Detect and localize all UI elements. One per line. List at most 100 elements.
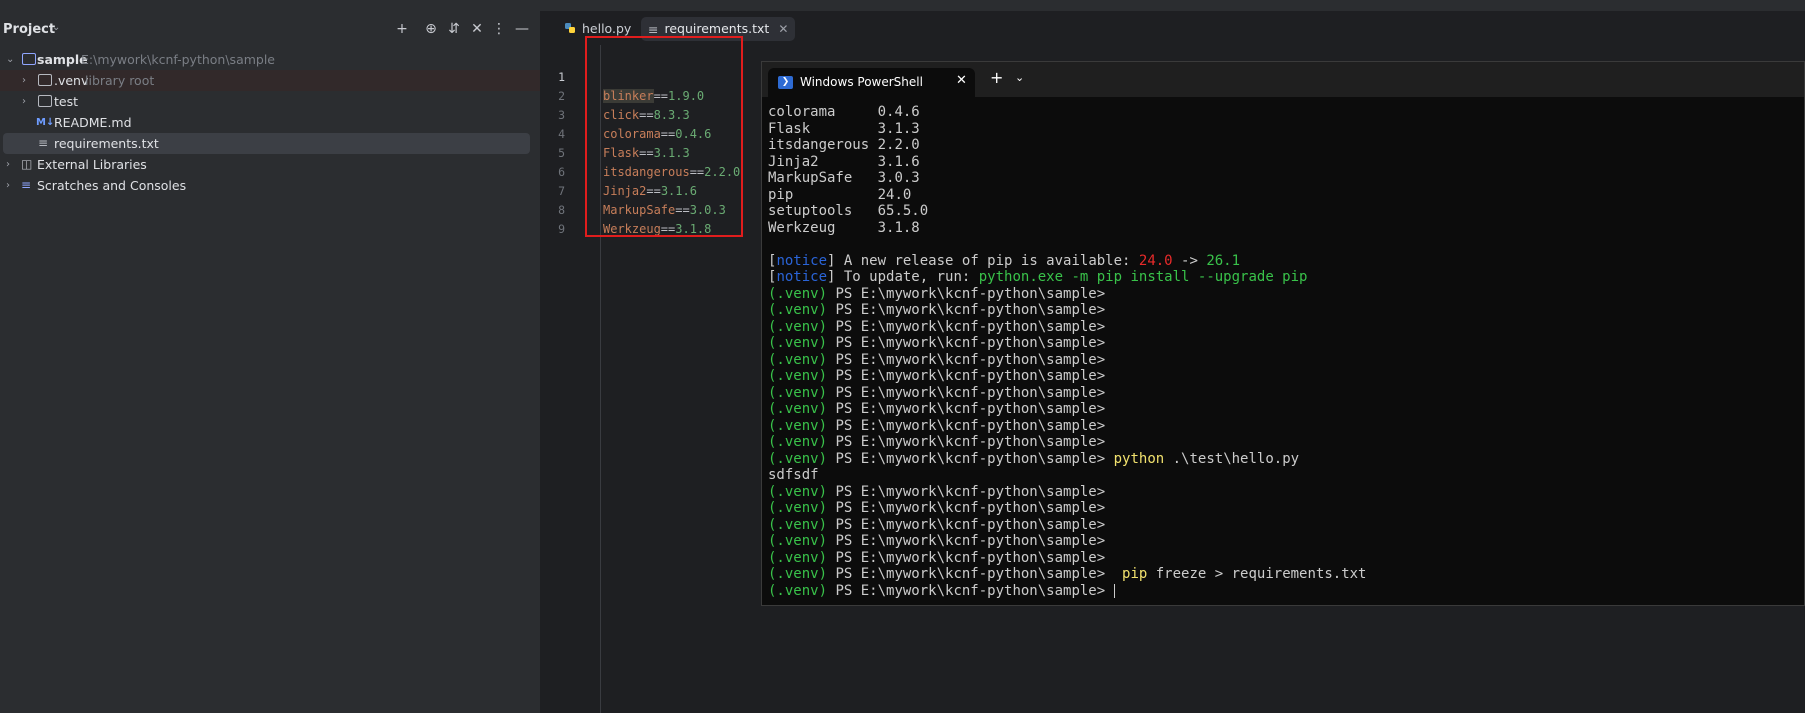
tree-item-path: E:\mywork\kcnf-python\sample <box>81 52 276 67</box>
package-version: 24.0 <box>869 186 912 203</box>
venv-indicator: (.venv) <box>768 384 828 401</box>
chevron-right-icon[interactable]: › <box>22 70 26 91</box>
tree-item-test[interactable]: › test <box>0 91 540 112</box>
prompt-line: (.venv) PS E:\mywork\kcnf-python\sample> <box>768 434 1105 451</box>
terminal-tab-title: Windows PowerShell <box>800 75 923 89</box>
prompt-path: PS E:\mywork\kcnf-python\sample> <box>827 483 1106 500</box>
old-version: 24.0 <box>1138 252 1173 269</box>
pip-list-row: colorama 0.4.6 <box>768 104 920 121</box>
prompt-line: (.venv) PS E:\mywork\kcnf-python\sample> <box>768 401 1105 418</box>
pip-list-row: pip 24.0 <box>768 187 911 204</box>
venv-indicator: (.venv) <box>768 483 828 500</box>
close-tab-icon[interactable]: ✕ <box>778 22 788 36</box>
tree-item-requirements[interactable]: ≡ requirements.txt <box>3 133 530 154</box>
venv-indicator: (.venv) <box>768 582 828 599</box>
project-folder-icon <box>22 53 36 65</box>
venv-indicator: (.venv) <box>768 434 828 450</box>
tree-item-hint: library root <box>85 73 155 88</box>
prompt-line-python: (.venv) PS E:\mywork\kcnf-python\sample>… <box>768 451 1299 468</box>
prompt-path: PS E:\mywork\kcnf-python\sample> <box>827 368 1106 384</box>
prompt-path: PS E:\mywork\kcnf-python\sample> <box>827 335 1106 351</box>
prompt-path: PS E:\mywork\kcnf-python\sample> <box>827 582 1106 599</box>
notice-tag: notice <box>776 269 828 285</box>
highlight-annotation-box <box>585 36 743 237</box>
locate-icon[interactable]: ⊕ <box>421 19 441 39</box>
tree-item-readme[interactable]: M↓ README.md <box>0 112 540 133</box>
venv-indicator: (.venv) <box>768 566 828 582</box>
package-version: 3.1.6 <box>869 153 920 170</box>
terminal-tab[interactable]: ❯ Windows PowerShell ✕ <box>768 68 975 97</box>
package-version: 65.5.0 <box>869 203 929 219</box>
hide-panel-icon[interactable]: — <box>512 19 532 39</box>
version-arrow: -> <box>1172 252 1207 269</box>
close-icon[interactable]: ✕ <box>956 73 967 88</box>
prompt-path: PS E:\mywork\kcnf-python\sample> <box>827 318 1106 335</box>
tree-item-sample[interactable]: ⌄ sample E:\mywork\kcnf-python\sample <box>0 49 540 70</box>
pip-list-row: Werkzeug 3.1.8 <box>768 220 920 237</box>
prompt-line: (.venv) PS E:\mywork\kcnf-python\sample> <box>768 550 1105 567</box>
package-name: Werkzeug <box>768 219 870 236</box>
package-name: setuptools <box>768 203 870 219</box>
prompt-path: PS E:\mywork\kcnf-python\sample> <box>827 450 1106 467</box>
prompt-path: PS E:\mywork\kcnf-python\sample> <box>827 566 1106 582</box>
package-name: Flask <box>768 120 870 137</box>
chevron-right-icon[interactable]: › <box>6 154 10 175</box>
venv-indicator: (.venv) <box>768 302 828 318</box>
prompt-line: (.venv) PS E:\mywork\kcnf-python\sample> <box>768 533 1105 550</box>
terminal-tab-bar: ❯ Windows PowerShell ✕ + ⌄ <box>762 62 1804 97</box>
chevron-right-icon[interactable]: › <box>22 91 26 112</box>
pip-notice-line: [notice] A new release of pip is availab… <box>768 253 1240 270</box>
notice-tag: notice <box>776 252 828 269</box>
active-prompt-line[interactable]: (.venv) PS E:\mywork\kcnf-python\sample> <box>768 583 1115 600</box>
libraries-icon: ◫ <box>21 157 33 171</box>
markdown-icon: M↓ <box>36 117 55 128</box>
venv-indicator: (.venv) <box>768 335 828 351</box>
prompt-line: (.venv) PS E:\mywork\kcnf-python\sample> <box>768 484 1105 501</box>
notice-text: A new release of pip is available: <box>835 252 1139 269</box>
chevron-down-icon[interactable]: ⌄ <box>1015 71 1024 84</box>
command-name: pip <box>1122 566 1148 582</box>
venv-indicator: (.venv) <box>768 368 828 384</box>
tree-item-label: Scratches and Consoles <box>37 178 187 193</box>
folder-icon <box>38 74 52 86</box>
prompt-path: PS E:\mywork\kcnf-python\sample> <box>827 285 1106 302</box>
text-file-icon: ≡ <box>38 136 49 150</box>
more-options-icon[interactable]: ⋮ <box>489 19 509 39</box>
prompt-line: (.venv) PS E:\mywork\kcnf-python\sample> <box>768 368 1105 385</box>
venv-indicator: (.venv) <box>768 500 828 516</box>
add-icon[interactable]: + <box>392 19 412 39</box>
tab-label: hello.py <box>582 21 632 36</box>
tree-item-label: test <box>54 94 79 109</box>
expand-all-icon[interactable]: ⇵ <box>444 19 464 39</box>
tree-item-label: .venv <box>54 73 89 88</box>
project-panel: Project ⌄ + ⊕ ⇵ ✕ ⋮ — ⌄ sample E:\mywork… <box>0 11 540 713</box>
chevron-down-icon[interactable]: ⌄ <box>6 49 14 70</box>
output-text: sdfsdf <box>768 467 819 483</box>
python-file-icon <box>564 18 576 42</box>
package-name: MarkupSafe <box>768 170 870 186</box>
venv-indicator: (.venv) <box>768 549 828 566</box>
package-name: itsdangerous <box>768 137 870 153</box>
venv-indicator: (.venv) <box>768 533 828 549</box>
new-version: 26.1 <box>1206 252 1241 269</box>
venv-indicator: (.venv) <box>768 450 828 467</box>
project-panel-header: Project ⌄ + ⊕ ⇵ ✕ ⋮ — <box>0 11 540 47</box>
prompt-path: PS E:\mywork\kcnf-python\sample> <box>827 351 1106 368</box>
pip-list-row: itsdangerous 2.2.0 <box>768 137 920 154</box>
pip-list-row: Flask 3.1.3 <box>768 121 920 138</box>
notice-text: To update, run: <box>835 269 979 285</box>
chevron-right-icon[interactable]: › <box>6 175 10 196</box>
new-tab-icon[interactable]: + <box>990 70 1003 86</box>
venv-indicator: (.venv) <box>768 516 828 533</box>
tree-item-venv[interactable]: › .venv library root <box>0 70 540 91</box>
collapse-all-icon[interactable]: ✕ <box>467 19 487 39</box>
project-title[interactable]: Project <box>3 22 55 37</box>
prompt-path: PS E:\mywork\kcnf-python\sample> <box>827 434 1106 450</box>
chevron-down-icon[interactable]: ⌄ <box>52 22 60 33</box>
prompt-line: (.venv) PS E:\mywork\kcnf-python\sample> <box>768 500 1105 517</box>
prompt-path: PS E:\mywork\kcnf-python\sample> <box>827 401 1106 417</box>
tree-item-external-libraries[interactable]: › ◫ External Libraries <box>0 154 540 175</box>
package-name: colorama <box>768 104 870 120</box>
tree-item-scratches[interactable]: › ≡ Scratches and Consoles <box>0 175 540 196</box>
scratches-icon: ≡ <box>21 178 32 192</box>
